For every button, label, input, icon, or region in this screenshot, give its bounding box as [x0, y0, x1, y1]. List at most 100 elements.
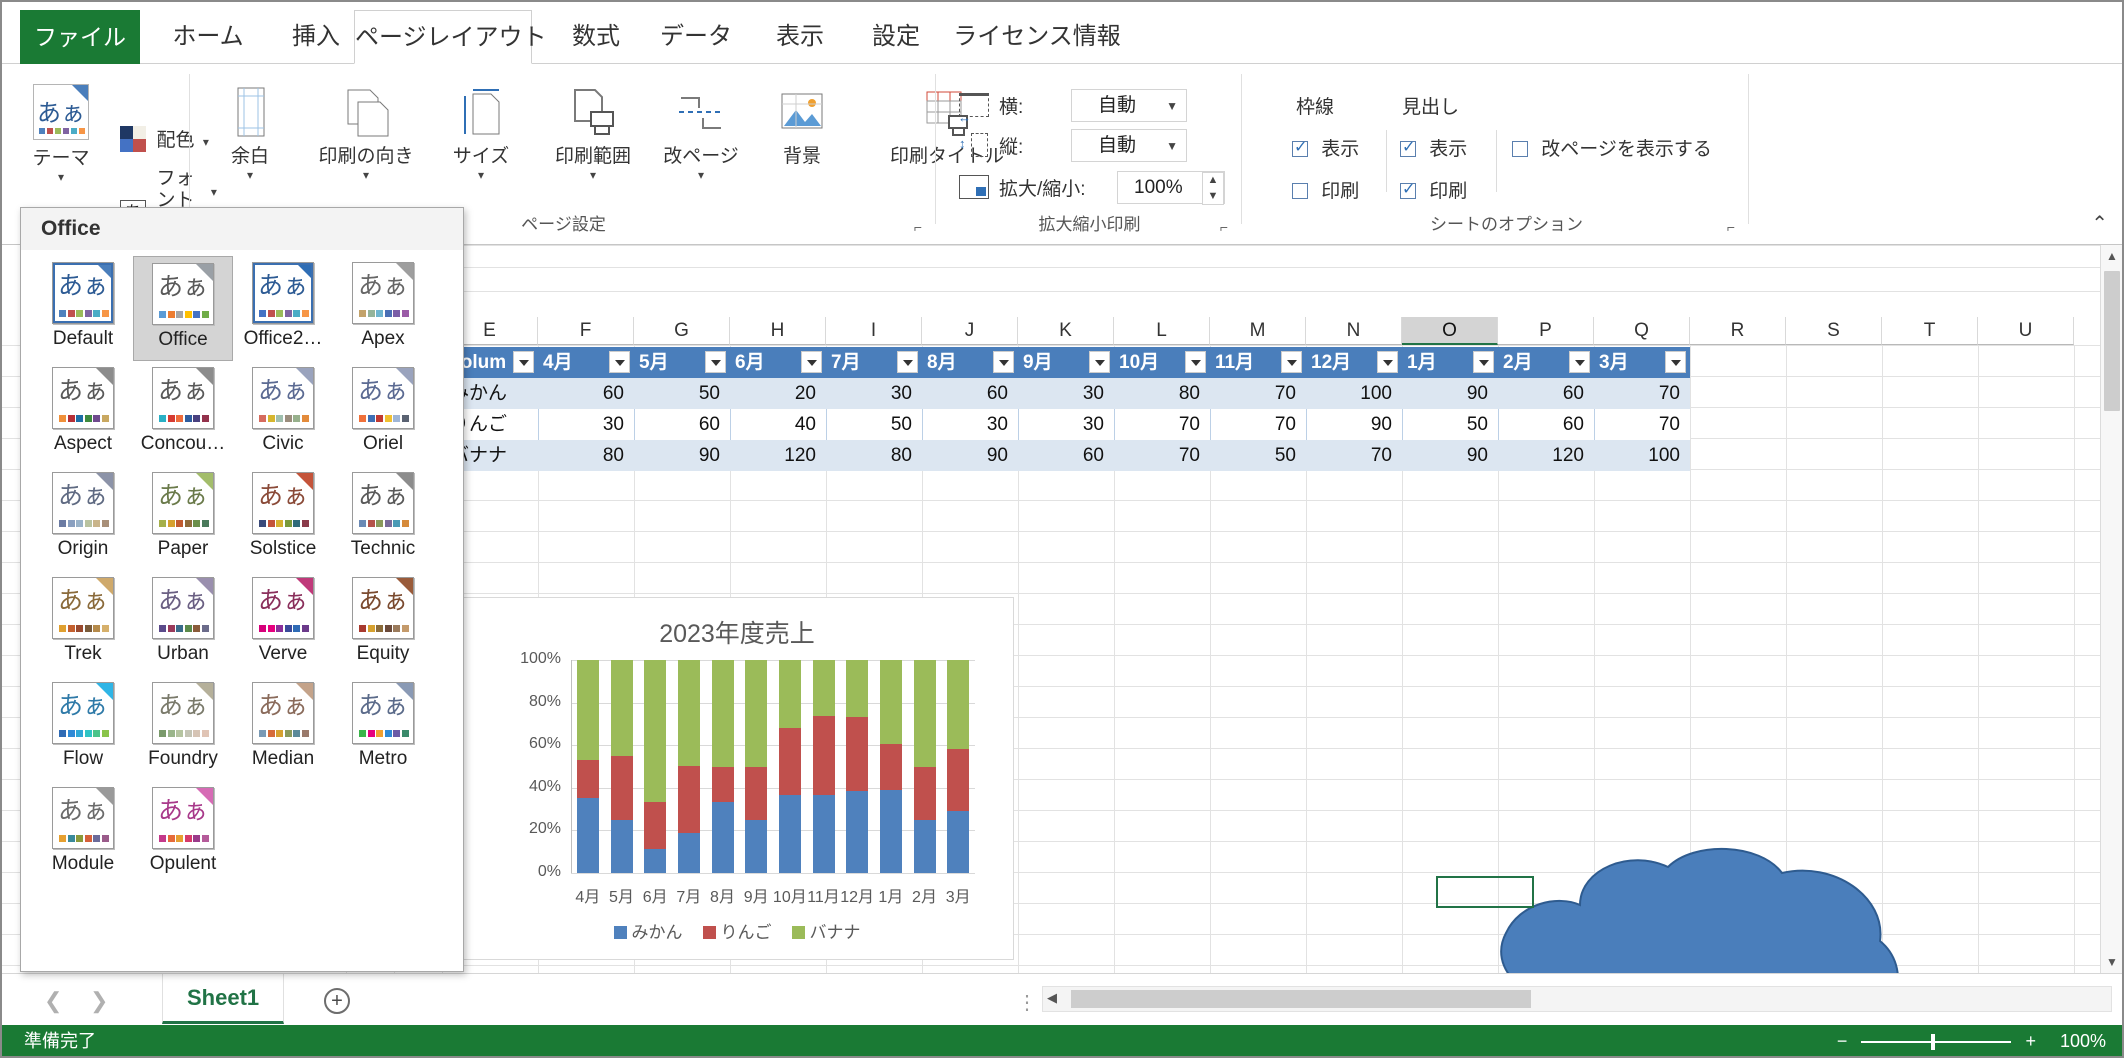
chevron-down-icon[interactable]: ▾ [653, 169, 749, 181]
ribbon-tab-0[interactable]: ファイル [20, 10, 140, 64]
chevron-down-icon[interactable]: ▼ [1166, 131, 1178, 162]
stepper-down-icon[interactable]: ▼ [1203, 189, 1223, 205]
ribbon-tab-8[interactable]: ライセンス情報 [942, 10, 1132, 64]
theme-item-apex[interactable]: あぁApex [333, 256, 433, 361]
ribbon-tab-4[interactable]: 数式 [550, 10, 642, 64]
table-cell[interactable]: 80 [538, 444, 632, 467]
column-header-Q[interactable]: Q [1594, 317, 1690, 345]
table-cell[interactable]: 70 [1210, 413, 1304, 436]
filter-dropdown-icon[interactable] [801, 351, 822, 373]
filter-dropdown-icon[interactable] [705, 351, 726, 373]
column-header-M[interactable]: M [1210, 317, 1306, 345]
add-sheet-button[interactable]: + [324, 988, 350, 1014]
table-cell[interactable]: 30 [1018, 382, 1112, 405]
ribbon-tab-7[interactable]: 設定 [850, 10, 942, 64]
stepper-up-icon[interactable]: ▲ [1203, 173, 1223, 189]
chevron-right-icon[interactable]: ❯ [90, 988, 108, 1014]
headings-view-checkbox[interactable]: 表示 [1400, 134, 1467, 161]
filter-dropdown-icon[interactable] [1665, 351, 1686, 373]
checkbox-checked-icon[interactable] [1292, 141, 1308, 157]
zoom-level-label[interactable]: 100% [2060, 1025, 2106, 1058]
theme-item-urban[interactable]: あぁUrban [133, 571, 233, 676]
column-header-K[interactable]: K [1018, 317, 1114, 345]
gridlines-print-checkbox[interactable]: 印刷 [1292, 176, 1359, 203]
theme-item-technic[interactable]: あぁTechnic [333, 466, 433, 571]
theme-item-aspect[interactable]: あぁAspect [33, 361, 133, 466]
table-cell[interactable]: 90 [922, 444, 1016, 467]
filter-dropdown-icon[interactable] [1089, 351, 1110, 373]
theme-item-equity[interactable]: あぁEquity [333, 571, 433, 676]
table-cell[interactable]: 90 [1402, 444, 1496, 467]
checkbox-checked-icon[interactable] [1400, 141, 1416, 157]
background-button[interactable]: 背景 [757, 84, 847, 168]
column-header-P[interactable]: P [1498, 317, 1594, 345]
chevron-down-icon[interactable]: ▾ [543, 169, 643, 181]
table-cell[interactable]: 50 [634, 382, 728, 405]
cloud-shape[interactable] [1462, 845, 1912, 973]
chevron-down-icon[interactable]: ▾ [311, 169, 421, 181]
table-cell[interactable]: 90 [634, 444, 728, 467]
table-cell[interactable]: 70 [1594, 382, 1688, 405]
column-header-S[interactable]: S [1786, 317, 1882, 345]
table-cell[interactable]: 60 [1498, 382, 1592, 405]
table-cell[interactable]: 30 [922, 413, 1016, 436]
chevron-down-icon[interactable]: ▾ [205, 169, 295, 181]
zoom-in-button[interactable]: + [2025, 1025, 2036, 1058]
table-cell[interactable]: 70 [1306, 444, 1400, 467]
chevron-down-icon[interactable]: ▼ [1166, 91, 1178, 122]
column-header-T[interactable]: T [1882, 317, 1978, 345]
zoom-control[interactable]: − + 100% [1837, 1025, 2106, 1058]
column-header-O[interactable]: O [1402, 317, 1498, 345]
split-handle[interactable]: ⋮ [1017, 990, 1037, 1015]
column-header-I[interactable]: I [826, 317, 922, 345]
collapse-ribbon-icon[interactable]: ⌃ [2091, 211, 2108, 236]
theme-item-opulent[interactable]: あぁOpulent [133, 781, 233, 886]
column-header-R[interactable]: R [1690, 317, 1786, 345]
theme-item-origin[interactable]: あぁOrigin [33, 466, 133, 571]
ribbon-tab-5[interactable]: データ [642, 10, 750, 64]
column-header-U[interactable]: U [1978, 317, 2074, 345]
theme-item-metro[interactable]: あぁMetro [333, 676, 433, 781]
table-header-cell[interactable]: 6月 [730, 347, 826, 378]
table-header-cell[interactable]: 2月 [1498, 347, 1594, 378]
table-header-cell[interactable]: 5月 [634, 347, 730, 378]
filter-dropdown-icon[interactable] [609, 351, 630, 373]
table-cell[interactable]: 20 [730, 382, 824, 405]
ribbon-tab-2[interactable]: 挿入 [270, 10, 362, 64]
table-header-cell[interactable]: 7月 [826, 347, 922, 378]
table-cell[interactable]: 120 [730, 444, 824, 467]
checkbox-unchecked-icon[interactable] [1292, 183, 1308, 199]
ribbon-tab-3[interactable]: ページレイアウト [354, 10, 532, 64]
table-cell[interactable]: 70 [1210, 382, 1304, 405]
chevron-down-icon[interactable]: ▾ [16, 171, 106, 183]
filter-dropdown-icon[interactable] [1569, 351, 1590, 373]
theme-item-oriel[interactable]: あぁOriel [333, 361, 433, 466]
theme-gallery-dropdown[interactable]: Office あぁDefaultあぁOfficeあぁOffice2…あぁApex… [20, 207, 464, 972]
table-cell[interactable]: 70 [1114, 413, 1208, 436]
horizontal-scroll-thumb[interactable] [1071, 990, 1531, 1008]
chevron-down-icon[interactable]: ▾ [431, 169, 531, 181]
gridlines-view-checkbox[interactable]: 表示 [1292, 134, 1359, 161]
table-cell[interactable]: 100 [1594, 444, 1688, 467]
zoom-slider[interactable] [1861, 1041, 2011, 1043]
vertical-scroll-thumb[interactable] [2104, 271, 2120, 411]
page-breaks-button[interactable]: 改ページ▾ [653, 84, 749, 181]
table-cell[interactable]: 90 [1402, 382, 1496, 405]
chart-object[interactable]: 2023年度売上 みかんりんごバナナ 0%20%40%60%80%100%4月5… [460, 597, 1014, 960]
checkbox-unchecked-icon[interactable] [1512, 141, 1528, 157]
scroll-left-icon[interactable]: ◀ [1047, 990, 1057, 1006]
table-cell[interactable]: 30 [538, 413, 632, 436]
table-header-cell[interactable]: 1月 [1402, 347, 1498, 378]
table-cell[interactable]: 60 [1498, 413, 1592, 436]
theme-item-flow[interactable]: あぁFlow [33, 676, 133, 781]
horizontal-scrollbar[interactable]: ◀ [1042, 986, 2112, 1012]
table-cell[interactable]: 60 [538, 382, 632, 405]
filter-dropdown-icon[interactable] [1473, 351, 1494, 373]
show-page-breaks-checkbox[interactable]: 改ページを表示する [1512, 134, 1712, 161]
table-cell[interactable]: 70 [1594, 413, 1688, 436]
filter-dropdown-icon[interactable] [897, 351, 918, 373]
vertical-scrollbar[interactable]: ▲ ▼ [2100, 245, 2122, 973]
table-header-cell[interactable]: 12月 [1306, 347, 1402, 378]
table-cell[interactable]: 30 [1018, 413, 1112, 436]
sheet-options-dialog-launcher[interactable]: ⌐ [1727, 219, 1735, 235]
